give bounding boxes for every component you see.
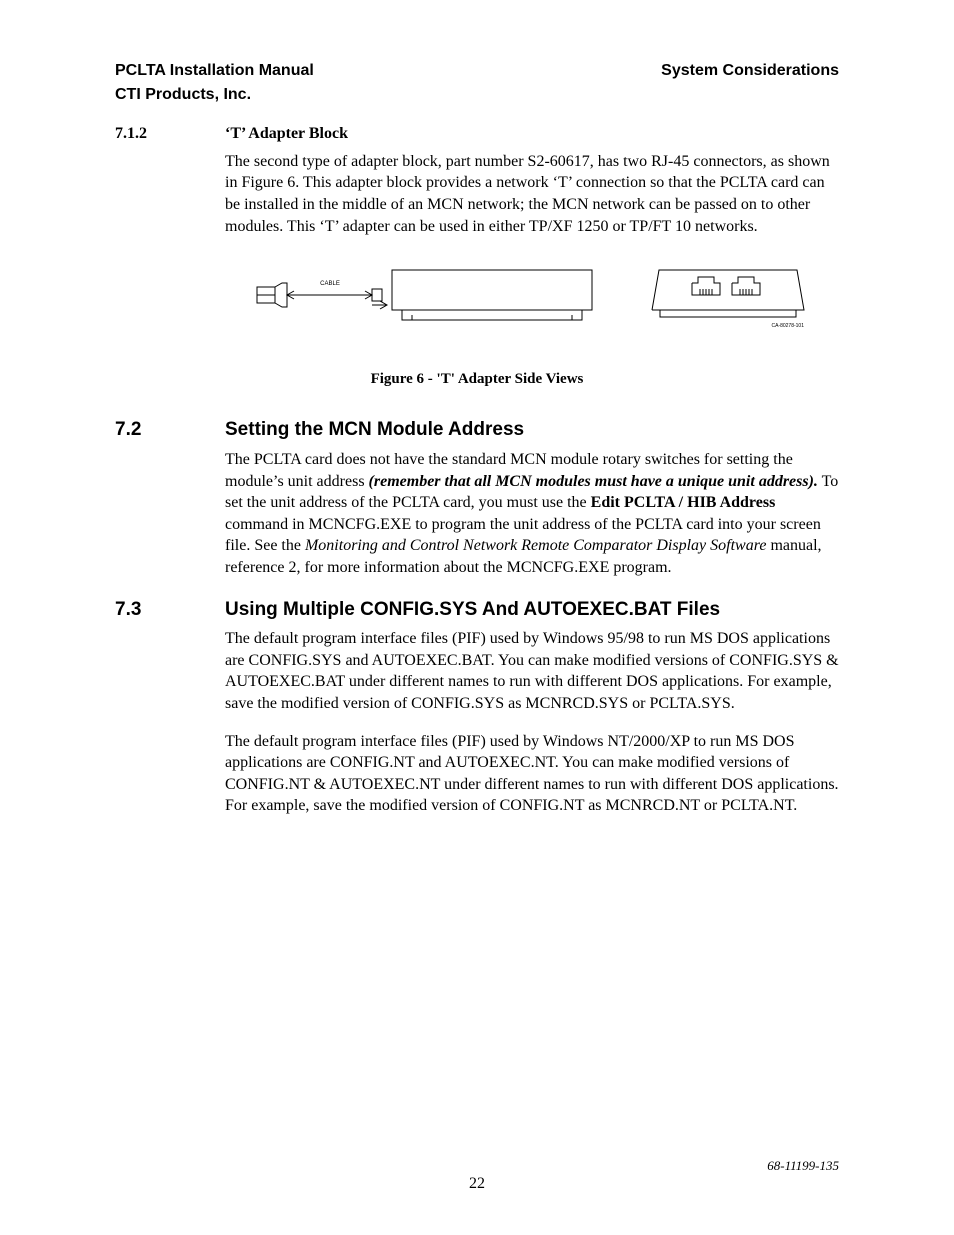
section-title: Using Multiple CONFIG.SYS And AUTOEXEC.B… — [225, 597, 839, 623]
figure-6-caption: Figure 6 - 'T' Adapter Side Views — [115, 369, 839, 389]
document-number: 68-11199-135 — [767, 1157, 839, 1175]
section-title: Setting the MCN Module Address — [225, 417, 839, 443]
section-7-3-body-2: The default program interface files (PIF… — [225, 731, 839, 817]
section-number: 7.3 — [115, 597, 225, 623]
section-7-2-body: The PCLTA card does not have the standar… — [225, 449, 839, 579]
figure-6: CABLE — [225, 265, 839, 355]
section-7-2-heading: 7.2 Setting the MCN Module Address — [115, 417, 839, 443]
section-7-1-2-heading: 7.1.2 ‘T’ Adapter Block — [115, 123, 839, 145]
svg-text:CABLE: CABLE — [320, 281, 340, 287]
section-number: 7.1.2 — [115, 123, 225, 145]
header-company: CTI Products, Inc. — [115, 86, 251, 103]
header-left: PCLTA Installation Manual — [115, 60, 314, 82]
section-title: ‘T’ Adapter Block — [225, 123, 839, 145]
section-number: 7.2 — [115, 417, 225, 443]
header-right: System Considerations — [661, 60, 839, 82]
svg-text:CA-80278-101: CA-80278-101 — [771, 323, 804, 329]
section-7-3-heading: 7.3 Using Multiple CONFIG.SYS And AUTOEX… — [115, 597, 839, 623]
page-number: 22 — [0, 1173, 954, 1195]
section-7-1-2-body: The second type of adapter block, part n… — [225, 151, 839, 237]
section-7-3-body-1: The default program interface files (PIF… — [225, 628, 839, 714]
